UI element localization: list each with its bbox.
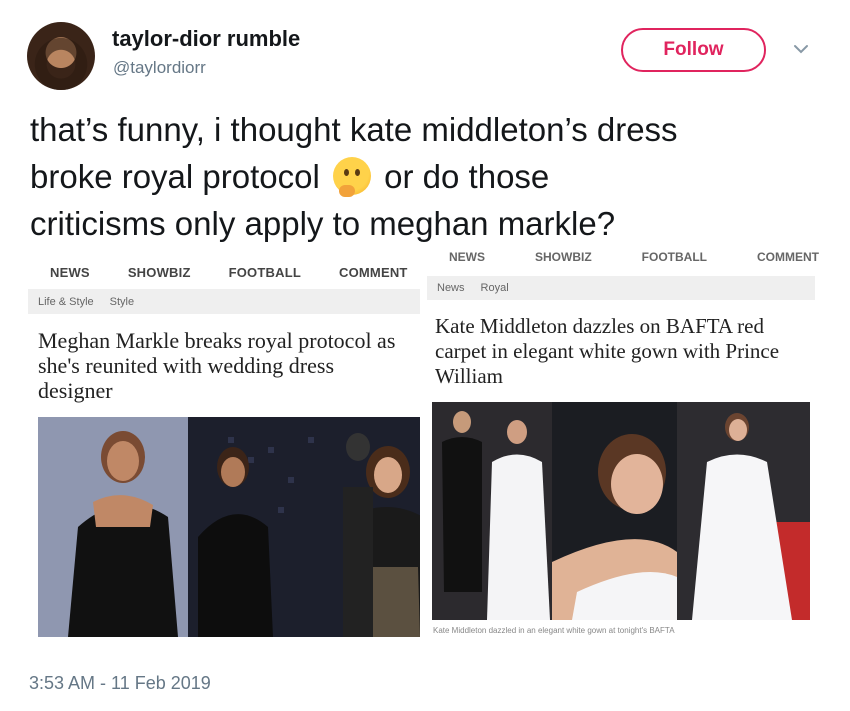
avatar[interactable] <box>27 22 95 90</box>
breadcrumb-section: News <box>437 282 465 294</box>
tweet-line-1: that’s funny, i thought kate middleton’s… <box>30 111 678 148</box>
display-name[interactable]: taylor-dior rumble <box>112 26 300 52</box>
left-headline: Meghan Markle breaks royal protocol as s… <box>38 328 396 403</box>
right-article-image[interactable]: NEWS SHOWBIZ FOOTBALL COMMENT News Royal… <box>427 248 819 653</box>
nav-comment: COMMENT <box>757 250 819 264</box>
breadcrumb-subsection: Royal <box>480 282 509 294</box>
left-breadcrumb: Life & Style Style <box>28 289 420 314</box>
right-breadcrumb: News Royal <box>427 276 815 300</box>
nav-comment: COMMENT <box>338 264 408 280</box>
meghan-photo <box>38 417 420 637</box>
avatar-hair <box>27 22 95 90</box>
left-article-image[interactable]: NEWS SHOWBIZ FOOTBALL COMMENT Life & Sty… <box>28 255 420 653</box>
follow-button[interactable]: Follow <box>621 28 766 72</box>
right-article-nav: NEWS SHOWBIZ FOOTBALL COMMENT <box>427 248 819 276</box>
tweet-line-3: criticisms only apply to meghan markle? <box>30 205 616 242</box>
nav-news: NEWS <box>50 264 90 280</box>
nav-football: FOOTBALL <box>228 264 301 280</box>
nav-football: FOOTBALL <box>641 250 707 264</box>
tweet-line-2: broke royal protocol or do those <box>30 153 830 200</box>
breadcrumb-subsection: Style <box>109 295 135 308</box>
nav-showbiz: SHOWBIZ <box>535 250 592 264</box>
nav-showbiz: SHOWBIZ <box>127 264 191 280</box>
right-headline: Kate Middleton dazzles on BAFTA red carp… <box>435 314 780 388</box>
tweet-text: that’s funny, i thought kate middleton’s… <box>30 106 830 247</box>
user-handle[interactable]: @taylordiorr <box>113 58 206 78</box>
breadcrumb-section: Life & Style <box>38 295 94 308</box>
left-article-nav: NEWS SHOWBIZ FOOTBALL COMMENT <box>28 255 420 289</box>
right-photo-caption: Kate Middleton dazzled in an elegant whi… <box>433 626 675 635</box>
thinking-face-icon <box>333 157 371 197</box>
chevron-down-icon[interactable] <box>792 40 810 58</box>
kate-photo <box>432 402 810 620</box>
nav-news: NEWS <box>449 250 485 264</box>
tweet-timestamp[interactable]: 3:53 AM - 11 Feb 2019 <box>29 673 211 694</box>
tweet-line-2a: broke royal protocol <box>30 158 320 195</box>
tweet-line-2b: or do those <box>384 158 550 195</box>
